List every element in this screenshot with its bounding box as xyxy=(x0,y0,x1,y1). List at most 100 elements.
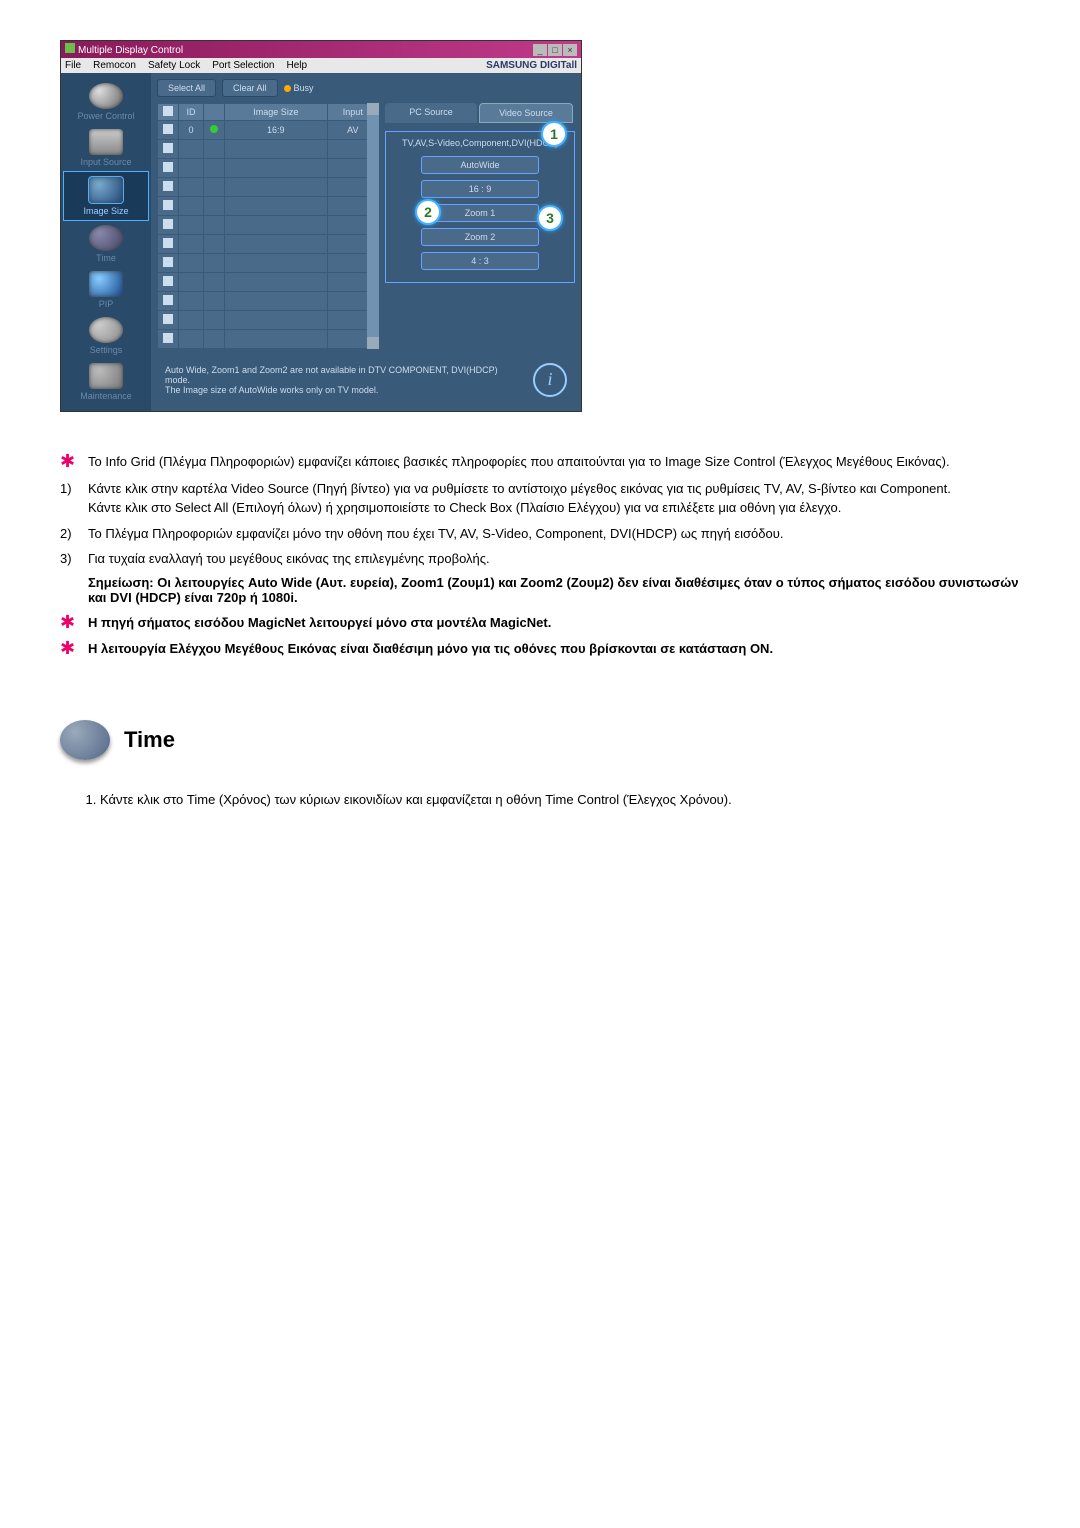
doc-paragraph: Η λειτουργία Ελέγχου Μεγέθους Εικόνας εί… xyxy=(88,639,773,660)
busy-label: Busy xyxy=(294,83,314,93)
doc-paragraph: Για τυχαία εναλλαγή του μεγέθους εικόνας… xyxy=(88,549,490,569)
checkbox-icon[interactable] xyxy=(163,162,173,172)
col-image-size: Image Size xyxy=(225,104,328,121)
checkbox-icon[interactable] xyxy=(163,219,173,229)
document-body: ✱ Το Info Grid (Πλέγμα Πληροφοριών) εμφα… xyxy=(60,452,1020,809)
doc-paragraph: Το Info Grid (Πλέγμα Πληροφοριών) εμφανί… xyxy=(88,452,950,473)
sidebar-label: Input Source xyxy=(80,157,131,167)
busy-dot-icon xyxy=(284,85,291,92)
menu-safety-lock[interactable]: Safety Lock xyxy=(148,60,200,71)
checkbox-icon[interactable] xyxy=(163,295,173,305)
table-row[interactable] xyxy=(158,216,379,235)
table-row[interactable] xyxy=(158,235,379,254)
sidebar-item-settings[interactable]: Settings xyxy=(61,313,151,359)
checkbox-icon[interactable] xyxy=(163,143,173,153)
menubar: File Remocon Safety Lock Port Selection … xyxy=(61,58,581,73)
pip-icon xyxy=(89,271,123,297)
sidebar-label: Settings xyxy=(90,345,123,355)
cell-size: 16:9 xyxy=(225,121,328,140)
clear-all-button[interactable]: Clear All xyxy=(222,79,278,97)
section-title: Time xyxy=(124,727,175,753)
sidebar-item-maintenance[interactable]: Maintenance xyxy=(61,359,151,405)
power-icon xyxy=(89,83,123,109)
grid-header-row: ID Image Size Input xyxy=(158,104,379,121)
sidebar-item-power[interactable]: Power Control xyxy=(61,79,151,125)
table-row[interactable] xyxy=(158,292,379,311)
window-controls[interactable]: _□× xyxy=(532,44,577,56)
star-icon: ✱ xyxy=(60,612,75,632)
minimize-icon[interactable]: _ xyxy=(533,44,547,56)
checkbox-icon[interactable] xyxy=(163,333,173,343)
doc-paragraph: Η πηγή σήματος εισόδου MagicNet λειτουργ… xyxy=(88,613,551,634)
table-row[interactable] xyxy=(158,140,379,159)
maintenance-icon xyxy=(89,363,123,389)
col-status xyxy=(204,104,225,121)
table-row[interactable] xyxy=(158,197,379,216)
busy-indicator: Busy xyxy=(284,83,314,93)
footer-message: Auto Wide, Zoom1 and Zoom2 are not avail… xyxy=(157,357,575,403)
tab-pc-source[interactable]: PC Source xyxy=(385,103,477,123)
checkbox-icon[interactable] xyxy=(163,200,173,210)
list-marker: 2) xyxy=(60,524,88,544)
table-row[interactable] xyxy=(158,273,379,292)
checkbox-header-icon[interactable] xyxy=(163,106,173,116)
select-all-button[interactable]: Select All xyxy=(157,79,216,97)
maximize-icon[interactable]: □ xyxy=(548,44,562,56)
checkbox-icon[interactable] xyxy=(163,124,173,134)
doc-paragraph: Κάντε κλικ στο Select All (Επιλογή όλων)… xyxy=(88,498,951,518)
scrollbar[interactable] xyxy=(367,103,379,349)
section-heading: Time xyxy=(60,720,1020,760)
list-marker: 1) xyxy=(60,479,88,518)
callout-2: 2 xyxy=(415,199,441,225)
table-row[interactable] xyxy=(158,159,379,178)
table-row[interactable] xyxy=(158,254,379,273)
menu-help[interactable]: Help xyxy=(286,60,307,71)
window-title: Multiple Display Control xyxy=(78,45,183,56)
image-size-icon xyxy=(88,176,124,204)
settings-icon xyxy=(89,317,123,343)
info-icon: i xyxy=(533,363,567,397)
checkbox-icon[interactable] xyxy=(163,257,173,267)
sidebar-item-image-size[interactable]: Image Size xyxy=(63,171,149,221)
size-zoom2-button[interactable]: Zoom 2 xyxy=(421,228,539,246)
table-row[interactable]: 0 16:9 AV xyxy=(158,121,379,140)
size-16-9-button[interactable]: 16 : 9 xyxy=(421,180,539,198)
table-row[interactable] xyxy=(158,311,379,330)
menu-remocon[interactable]: Remocon xyxy=(93,60,136,71)
col-id: ID xyxy=(179,104,204,121)
sidebar-item-pip[interactable]: PIP xyxy=(61,267,151,313)
checkbox-icon[interactable] xyxy=(163,314,173,324)
list-marker: 3) xyxy=(60,549,88,569)
sidebar-item-input[interactable]: Input Source xyxy=(61,125,151,171)
sidebar-label: Power Control xyxy=(77,111,134,121)
cell-id: 0 xyxy=(179,121,204,140)
app-icon xyxy=(65,43,75,53)
size-4-3-button[interactable]: 4 : 3 xyxy=(421,252,539,270)
sidebar: Power Control Input Source Image Size Ti… xyxy=(61,73,151,411)
menu-port-selection[interactable]: Port Selection xyxy=(212,60,274,71)
sidebar-item-time[interactable]: Time xyxy=(61,221,151,267)
close-icon[interactable]: × xyxy=(563,44,577,56)
menu-file[interactable]: File xyxy=(65,60,81,71)
footer-line-2: The Image size of AutoWide works only on… xyxy=(165,385,525,395)
sidebar-label: PIP xyxy=(99,299,114,309)
info-grid: ID Image Size Input 0 16:9 AV xyxy=(157,103,379,349)
brand-label: SAMSUNG DIGITall xyxy=(486,60,577,71)
doc-note: Σημείωση: Οι λειτουργίες Auto Wide (Αυτ.… xyxy=(60,575,1020,605)
checkbox-icon[interactable] xyxy=(163,276,173,286)
star-icon: ✱ xyxy=(60,451,75,471)
callout-1: 1 xyxy=(541,121,567,147)
checkbox-icon[interactable] xyxy=(163,238,173,248)
tab-video-source[interactable]: Video Source xyxy=(479,103,573,123)
doc-paragraph: Το Πλέγμα Πληροφοριών εμφανίζει μόνο την… xyxy=(88,524,783,544)
app-window: Multiple Display Control _□× File Remoco… xyxy=(60,40,582,412)
checkbox-icon[interactable] xyxy=(163,181,173,191)
time-icon xyxy=(89,225,123,251)
doc-paragraph: Κάντε κλικ στην καρτέλα Video Source (Πη… xyxy=(88,479,951,499)
input-icon xyxy=(89,129,123,155)
main-panel: Select All Clear All Busy ID Image Size … xyxy=(151,73,581,411)
table-row[interactable] xyxy=(158,178,379,197)
size-autowide-button[interactable]: AutoWide xyxy=(421,156,539,174)
list-item: Κάντε κλικ στο Time (Χρόνος) των κύριων … xyxy=(100,790,1020,810)
table-row[interactable] xyxy=(158,330,379,349)
